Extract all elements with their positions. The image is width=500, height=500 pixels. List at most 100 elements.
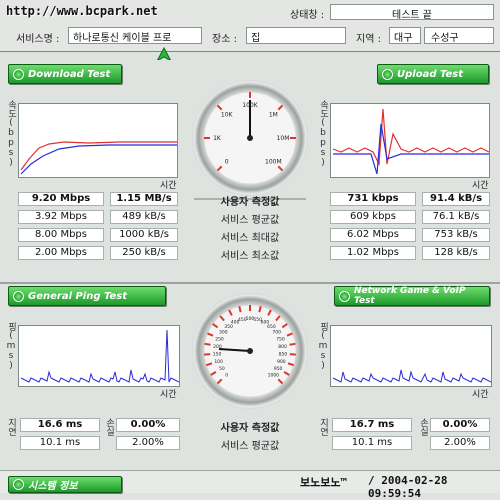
game-test-button[interactable]: Network Game & VoIP Test <box>334 286 490 306</box>
ping-delay-0: 16.6 ms <box>20 418 100 432</box>
ping-test-label: General Ping Test <box>28 291 127 302</box>
region-label: 지역 : <box>356 30 381 45</box>
upload-value-2: 6.02 Mbps <box>330 228 416 242</box>
ping-gauge-tick-label-20: 1000 <box>268 372 280 378</box>
upload-dot-icon <box>382 69 393 80</box>
ping-delay-label: 지연 <box>6 418 15 436</box>
provider-field[interactable]: 하나로통신 케이블 프로 <box>68 27 202 44</box>
speed-gauge-tick-label-4: 1M <box>269 112 278 119</box>
ping-gauge-tick-7 <box>220 316 224 321</box>
ping-gauge-tick-4 <box>205 344 211 345</box>
game-xlabel: 시간 <box>472 387 489 400</box>
upload-test-button[interactable]: Upload Test <box>377 64 489 84</box>
ping-gauge-tick-8 <box>229 310 232 315</box>
ping-gauge-tick-11 <box>259 306 260 312</box>
ping-gauge-tick-14 <box>282 324 287 328</box>
game-delay-1: 10.1 ms <box>332 436 412 450</box>
speed-row-label-0: 사용자 측정값 <box>194 193 306 208</box>
game-loss-0: 0.00% <box>430 418 490 432</box>
ping-row-label-0: 사용자 측정값 <box>194 419 306 434</box>
region-district-field[interactable]: 수성구 <box>424 27 494 44</box>
speed-gauge-tick-4 <box>278 105 282 109</box>
game-dot-icon <box>339 291 350 302</box>
ping-gauge-tick-15 <box>287 333 293 335</box>
game-test-label: Network Game & VoIP Test <box>354 286 489 306</box>
place-label: 장소 : <box>212 30 237 45</box>
ping-row-label-1: 서비스 평균값 <box>194 437 306 452</box>
status-label: 상태창 : <box>290 6 324 21</box>
footer-brand: 보노보노™ <box>300 474 347 490</box>
upload-rate-3: 128 kB/s <box>422 246 490 260</box>
download-test-button[interactable]: Download Test <box>8 64 122 84</box>
speed-row-label-3: 서비스 최소값 <box>194 247 306 262</box>
ping-gauge-tick-label-17: 850 <box>279 352 288 358</box>
ping-gauge-tick-label-14: 700 <box>272 330 281 336</box>
upload-rate-0: 91.4 kB/s <box>422 192 490 206</box>
speed-row-label-1: 서비스 평균값 <box>194 211 306 226</box>
status-field: 테스트 끝 <box>330 4 494 20</box>
game-delay-0: 16.7 ms <box>332 418 412 432</box>
ping-gauge-tick-13 <box>276 316 280 321</box>
download-value-3: 2.00 Mbps <box>18 246 104 260</box>
ping-graph <box>18 325 180 387</box>
download-dot-icon <box>13 69 24 80</box>
ping-gauge-tick-label-18: 900 <box>277 359 286 365</box>
ping-gauge-tick-16 <box>290 344 296 345</box>
ping-loss-1: 2.00% <box>116 436 180 450</box>
ping-gauge-tick-6 <box>213 324 218 328</box>
game-delay-label: 지연 <box>318 418 327 436</box>
place-field[interactable]: 집 <box>246 27 346 44</box>
ping-gauge-tick-label-15: 750 <box>276 336 285 342</box>
ping-gauge-tick-18 <box>288 363 294 365</box>
download-rate-2: 1000 kB/s <box>110 228 178 242</box>
ping-gauge-tick-label-3: 150 <box>213 352 222 358</box>
system-dot-icon <box>13 479 24 490</box>
download-xlabel: 시간 <box>160 178 177 191</box>
ping-gauge-tick-label-6: 300 <box>219 330 228 336</box>
download-rate-3: 250 kB/s <box>110 246 178 260</box>
system-info-button[interactable]: 시스템 정보 <box>8 476 122 493</box>
ping-gauge-tick-0 <box>217 379 221 383</box>
ping-gauge-face: 0501001502002503003504004505005506006507… <box>192 293 308 409</box>
speed-gauge-tick-label-5: 10M <box>277 135 290 142</box>
ping-test-button[interactable]: General Ping Test <box>8 286 166 306</box>
ping-delay-1: 10.1 ms <box>20 436 100 450</box>
ping-loss-label: 손실 <box>104 418 113 436</box>
ping-gauge-tick-label-13: 650 <box>267 324 276 330</box>
ping-gauge-tick-label-19: 950 <box>274 366 283 372</box>
section-separator <box>0 282 500 284</box>
ping-xlabel: 시간 <box>160 387 177 400</box>
upload-value-0: 731 kbps <box>330 192 416 206</box>
site-url: http://www.bcpark.net <box>6 4 158 18</box>
download-rate-0: 1.15 MB/s <box>110 192 178 206</box>
region-city-field[interactable]: 대구 <box>389 27 421 44</box>
download-value-2: 8.00 Mbps <box>18 228 104 242</box>
ping-gauge-needle <box>219 349 250 351</box>
provider-label: 서비스명 : <box>16 30 59 45</box>
ping-dot-icon <box>13 291 24 302</box>
download-value-1: 3.92 Mbps <box>18 210 104 224</box>
download-graph <box>18 103 178 178</box>
ping-gauge-tick-19 <box>284 372 289 375</box>
upload-graph <box>330 103 490 178</box>
download-value-0: 9.20 Mbps <box>18 192 104 206</box>
game-loss-label: 손실 <box>418 418 427 436</box>
upload-test-label: Upload Test <box>397 69 463 80</box>
ping-ylabel: 핑(ms) <box>6 322 15 371</box>
ping-gauge-tick-label-5: 250 <box>215 336 224 342</box>
ping-gauge-tick-5 <box>208 333 214 335</box>
system-info-label: 시스템 정보 <box>28 477 77 492</box>
speed-gauge-tick-label-1: 1K <box>213 135 222 142</box>
game-graph <box>330 325 492 387</box>
upload-rate-2: 753 kB/s <box>422 228 490 242</box>
ping-gauge-tick-20 <box>278 379 282 383</box>
ping-gauge-tick-12 <box>268 310 271 315</box>
speed-gauge-tick-6 <box>278 166 282 170</box>
speed-gauge-tick-label-6: 100M <box>265 158 282 165</box>
upload-xlabel: 시간 <box>472 178 489 191</box>
download-rate-1: 489 kB/s <box>110 210 178 224</box>
ping-gauge-tick-2 <box>206 363 212 365</box>
download-ylabel: 속도(bps) <box>6 100 15 168</box>
download-test-label: Download Test <box>28 69 110 80</box>
upload-value-3: 1.02 Mbps <box>330 246 416 260</box>
